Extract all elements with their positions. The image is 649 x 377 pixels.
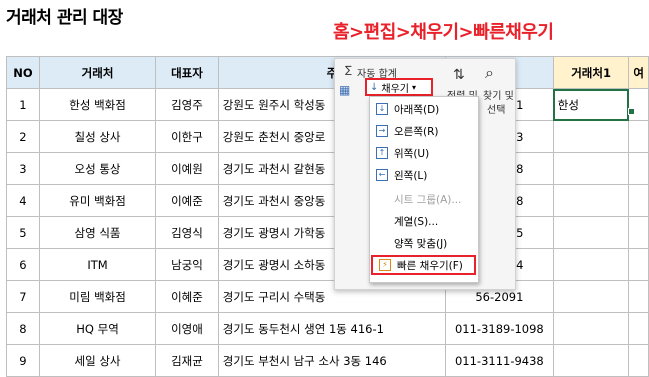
cell-no[interactable]: 5 <box>6 216 40 249</box>
cell-no[interactable]: 6 <box>6 248 40 281</box>
menu-item-right[interactable]: → 오른쪽(R) <box>370 121 478 141</box>
clear-icon: ▦ <box>339 83 351 97</box>
cell-no[interactable]: 2 <box>6 120 40 153</box>
sort-filter-icon: ⇅ <box>453 67 465 83</box>
cell-extra[interactable] <box>628 280 649 313</box>
cell-extra[interactable] <box>628 184 649 217</box>
find-button[interactable]: 찾기 및 <box>483 87 514 102</box>
cell-vendor[interactable]: 유미 백화점 <box>38 184 157 217</box>
col-header-no[interactable]: NO <box>6 56 40 89</box>
cell-extra[interactable] <box>628 344 649 377</box>
fill-button[interactable]: ↓ 채우기 ▾ <box>365 78 433 96</box>
cell-vendor1[interactable] <box>552 344 630 377</box>
cell-vendor[interactable]: ITM <box>38 248 157 281</box>
menu-item-left[interactable]: ← 왼쪽(L) <box>370 165 478 185</box>
cell-ceo[interactable]: 이혜준 <box>155 280 219 313</box>
menu-item-label: 위쪽(U) <box>394 147 430 160</box>
col-header-vendor1[interactable]: 거래처1 <box>552 56 630 89</box>
cell-vendor1[interactable] <box>552 216 630 249</box>
fill-handle[interactable] <box>628 108 635 115</box>
cell-vendor[interactable]: 칠성 상사 <box>38 120 157 153</box>
cell-no[interactable]: 7 <box>6 280 40 313</box>
cell-no[interactable]: 9 <box>6 344 40 377</box>
table-row: 9 세일 상사 김재균 경기도 부천시 남구 소사 3동 146 011-311… <box>6 344 649 377</box>
fill-down-icon: ↓ <box>370 81 379 93</box>
annotation-text: 홈>편집>채우기>빠른채우기 <box>333 22 554 43</box>
menu-item-sheet-group: 시트 그룹(A)... <box>370 189 478 209</box>
col-header-extra[interactable]: 여 <box>628 56 649 89</box>
cell-address[interactable]: 경기도 부천시 남구 소사 3동 146 <box>217 344 446 377</box>
cell-ceo[interactable]: 김영주 <box>155 88 219 121</box>
menu-item-down[interactable]: ↓ 아래쪽(D) <box>370 99 478 119</box>
menu-item-label: 양쪽 맞춤(J) <box>394 237 448 250</box>
arrow-left-icon: ← <box>376 169 388 181</box>
table-row: 4 유미 백화점 이예준 경기도 과천시 중앙동 58-7688 <box>6 184 649 217</box>
table-row: 6 ITM 남궁익 경기도 광명시 소하동 39-9184 <box>6 248 649 281</box>
cell-ceo[interactable]: 남궁익 <box>155 248 219 281</box>
table-row: 5 삼영 식품 김영식 경기도 광명시 가학동 31-0345 <box>6 216 649 249</box>
cell-vendor[interactable]: 세일 상사 <box>38 344 157 377</box>
cell-extra[interactable] <box>628 88 649 121</box>
cell-phone[interactable]: 011-3111-9438 <box>444 344 554 377</box>
cell-no[interactable]: 3 <box>6 152 40 185</box>
cell-vendor[interactable]: 미림 백화점 <box>38 280 157 313</box>
table-row: 7 미림 백화점 이혜준 경기도 구리시 수택동 56-2091 <box>6 280 649 313</box>
autosum-icon: ∑ <box>345 65 352 76</box>
cell-ceo[interactable]: 김재균 <box>155 344 219 377</box>
arrow-down-icon: ↓ <box>376 103 388 115</box>
cell-no[interactable]: 4 <box>6 184 40 217</box>
cell-vendor[interactable]: 삼영 식품 <box>38 216 157 249</box>
cell-extra[interactable] <box>628 248 649 281</box>
select-button[interactable]: 선택 <box>487 101 505 116</box>
sheet-title: 거래처 관리 대장 <box>6 8 123 28</box>
table-row: 2 칠성 상사 이한구 강원도 춘천시 중앙로 39-1243 <box>6 120 649 153</box>
cell-vendor1[interactable] <box>552 280 630 313</box>
menu-item-label: 아래쪽(D) <box>394 103 440 116</box>
menu-item-label: 시트 그룹(A)... <box>394 193 462 206</box>
cell-extra[interactable] <box>628 152 649 185</box>
flash-fill-icon: ⚡ <box>379 259 391 271</box>
menu-item-label: 왼쪽(L) <box>394 169 428 182</box>
spreadsheet-table: NO 거래처 대표자 주 번호 거래처1 여 1 한성 백화점 김영주 강원도 … <box>6 56 649 377</box>
cell-ceo[interactable]: 이예준 <box>155 184 219 217</box>
cell-vendor1[interactable] <box>552 120 630 153</box>
cell-extra[interactable] <box>628 120 649 153</box>
cell-vendor1[interactable] <box>552 248 630 281</box>
cell-ceo[interactable]: 이예원 <box>155 152 219 185</box>
menu-item-justify[interactable]: 양쪽 맞춤(J) <box>370 233 478 253</box>
cell-vendor1[interactable] <box>552 152 630 185</box>
table-row: 1 한성 백화점 김영주 강원도 원주시 학성동 78-1911 한성 <box>6 88 649 121</box>
menu-item-label: 오른쪽(R) <box>394 125 439 138</box>
col-header-vendor[interactable]: 거래처 <box>38 56 157 89</box>
col-header-ceo[interactable]: 대표자 <box>155 56 219 89</box>
cell-vendor[interactable]: 한성 백화점 <box>38 88 157 121</box>
menu-item-label: 빠른 채우기(F) <box>397 259 463 272</box>
chevron-down-icon: ▾ <box>412 82 417 92</box>
arrow-right-icon: → <box>376 125 388 137</box>
cell-no[interactable]: 1 <box>6 88 40 121</box>
fill-dropdown-menu: ↓ 아래쪽(D) → 오른쪽(R) ↑ 위쪽(U) ← 왼쪽(L) 시트 그룹(… <box>369 96 479 283</box>
cell-vendor[interactable]: 오성 통상 <box>38 152 157 185</box>
find-icon: ⌕ <box>485 63 494 82</box>
menu-item-series[interactable]: 계열(S)... <box>370 211 478 231</box>
table-row: 3 오성 통상 이예원 경기도 과천시 갈현동 21-9238 <box>6 152 649 185</box>
fill-button-label: 채우기 <box>381 83 409 95</box>
cell-vendor1[interactable] <box>552 184 630 217</box>
cell-extra[interactable] <box>628 216 649 249</box>
arrow-up-icon: ↑ <box>376 147 388 159</box>
header-row: NO 거래처 대표자 주 번호 거래처1 여 <box>6 56 649 89</box>
menu-item-up[interactable]: ↑ 위쪽(U) <box>370 143 478 163</box>
menu-item-label: 계열(S)... <box>394 215 439 228</box>
cell-vendor1-selected[interactable]: 한성 <box>552 88 630 121</box>
cell-ceo[interactable]: 이한구 <box>155 120 219 153</box>
cell-ceo[interactable]: 김영식 <box>155 216 219 249</box>
menu-item-flash-fill[interactable]: ⚡ 빠른 채우기(F) <box>371 255 476 275</box>
